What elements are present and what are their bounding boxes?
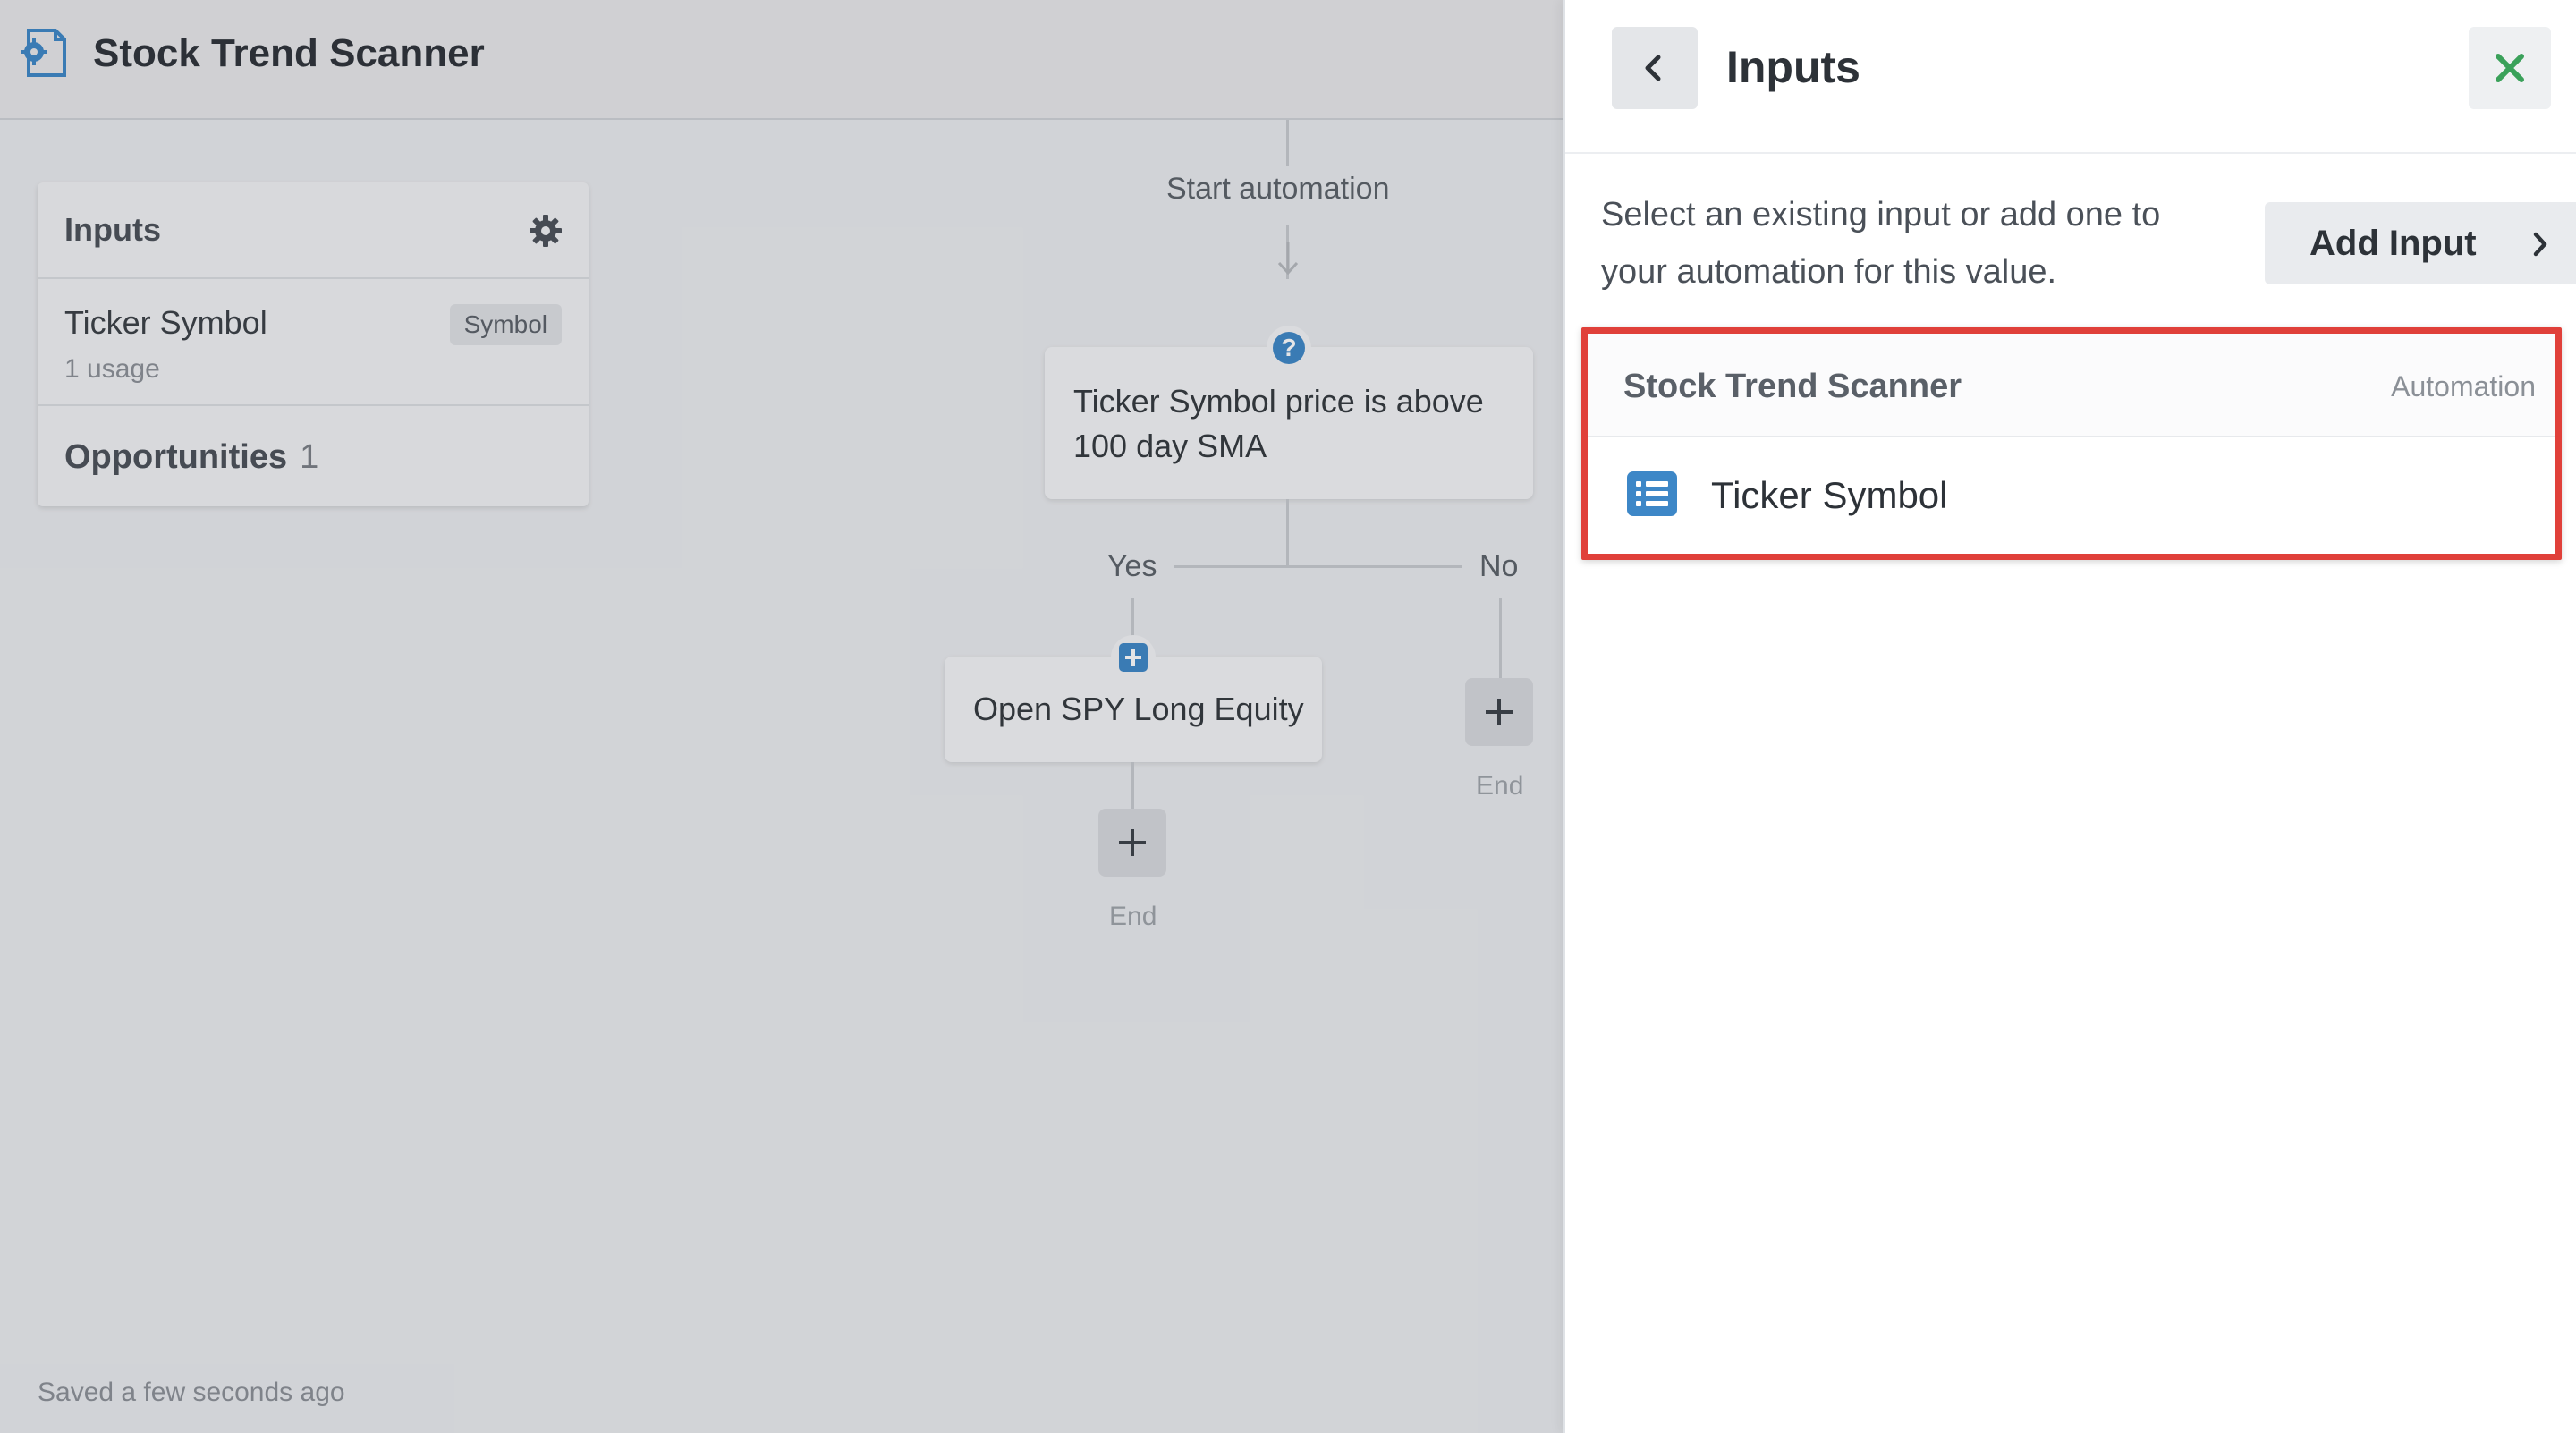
start-automation-label: Start automation	[1166, 172, 1390, 206]
add-step-button-yes[interactable]	[1098, 809, 1166, 877]
flow-connector	[1131, 762, 1134, 809]
opportunities-count: 1	[300, 438, 319, 476]
yes-branch-label: Yes	[1107, 549, 1157, 583]
input-group-tag: Automation	[2391, 370, 2536, 403]
opportunities-label: Opportunities	[64, 438, 288, 476]
inputs-side-panel: Inputs Select an existing input or add o…	[1563, 0, 2576, 1433]
input-group-title: Stock Trend Scanner	[1623, 368, 1962, 405]
flow-branch-line	[1174, 565, 1462, 568]
inputs-card-title: Inputs	[64, 211, 161, 248]
close-button[interactable]	[2469, 27, 2551, 109]
action-text: Open SPY Long Equity	[973, 691, 1304, 727]
flow-connector	[1286, 120, 1289, 166]
question-icon: ?	[1267, 326, 1311, 370]
existing-input-label: Ticker Symbol	[1711, 474, 1948, 516]
flow-connector	[1286, 499, 1289, 567]
no-branch-label: No	[1479, 549, 1519, 583]
chevron-left-icon	[1645, 55, 1661, 81]
action-plus-icon	[1111, 635, 1156, 680]
input-group-header: Stock Trend Scanner Automation	[1588, 334, 2555, 437]
list-icon	[1627, 471, 1677, 516]
inputs-card-header: Inputs	[38, 182, 589, 279]
existing-input-ticker-symbol[interactable]: Ticker Symbol	[1588, 439, 2555, 554]
add-input-button[interactable]: Add Input	[2265, 202, 2576, 284]
input-item-ticker-symbol[interactable]: Ticker Symbol Symbol 1 usage	[38, 281, 589, 406]
chevron-right-icon	[2533, 232, 2547, 257]
arrow-down-icon	[1277, 242, 1299, 276]
input-type-badge: Symbol	[449, 304, 562, 345]
app-root: Stock Trend Scanner Inputs Ticker Symbol…	[0, 0, 2576, 1433]
opportunities-link[interactable]: Opportunities 1	[64, 435, 318, 479]
gear-icon[interactable]	[528, 213, 564, 249]
app-title: Stock Trend Scanner	[93, 31, 485, 75]
panel-title: Inputs	[1726, 42, 1860, 92]
end-label-yes: End	[1109, 902, 1157, 931]
save-status: Saved a few seconds ago	[38, 1378, 345, 1407]
panel-helper-text: Select an existing input or add one to y…	[1601, 196, 2161, 291]
close-icon	[2496, 54, 2524, 82]
back-button[interactable]	[1612, 27, 1698, 109]
add-step-button-no[interactable]	[1465, 678, 1533, 746]
panel-header: Inputs	[1565, 0, 2576, 154]
flow-connector	[1499, 598, 1502, 678]
input-item-label: Ticker Symbol	[64, 304, 267, 341]
end-label-no: End	[1476, 771, 1524, 801]
input-usage-count: 1 usage	[64, 354, 160, 384]
inputs-card: Inputs Ticker Symbol Symbol 1 usage Oppo…	[38, 182, 589, 506]
condition-text: Ticker Symbol price is above 100 day SMA	[1073, 383, 1484, 464]
add-input-label: Add Input	[2309, 224, 2477, 263]
input-group-highlight: Stock Trend Scanner Automation Ticker Sy…	[1581, 327, 2562, 560]
automation-canvas: Stock Trend Scanner Inputs Ticker Symbol…	[0, 0, 1563, 1433]
app-header: Stock Trend Scanner	[0, 0, 1563, 120]
automation-gear-document-icon	[21, 29, 66, 77]
